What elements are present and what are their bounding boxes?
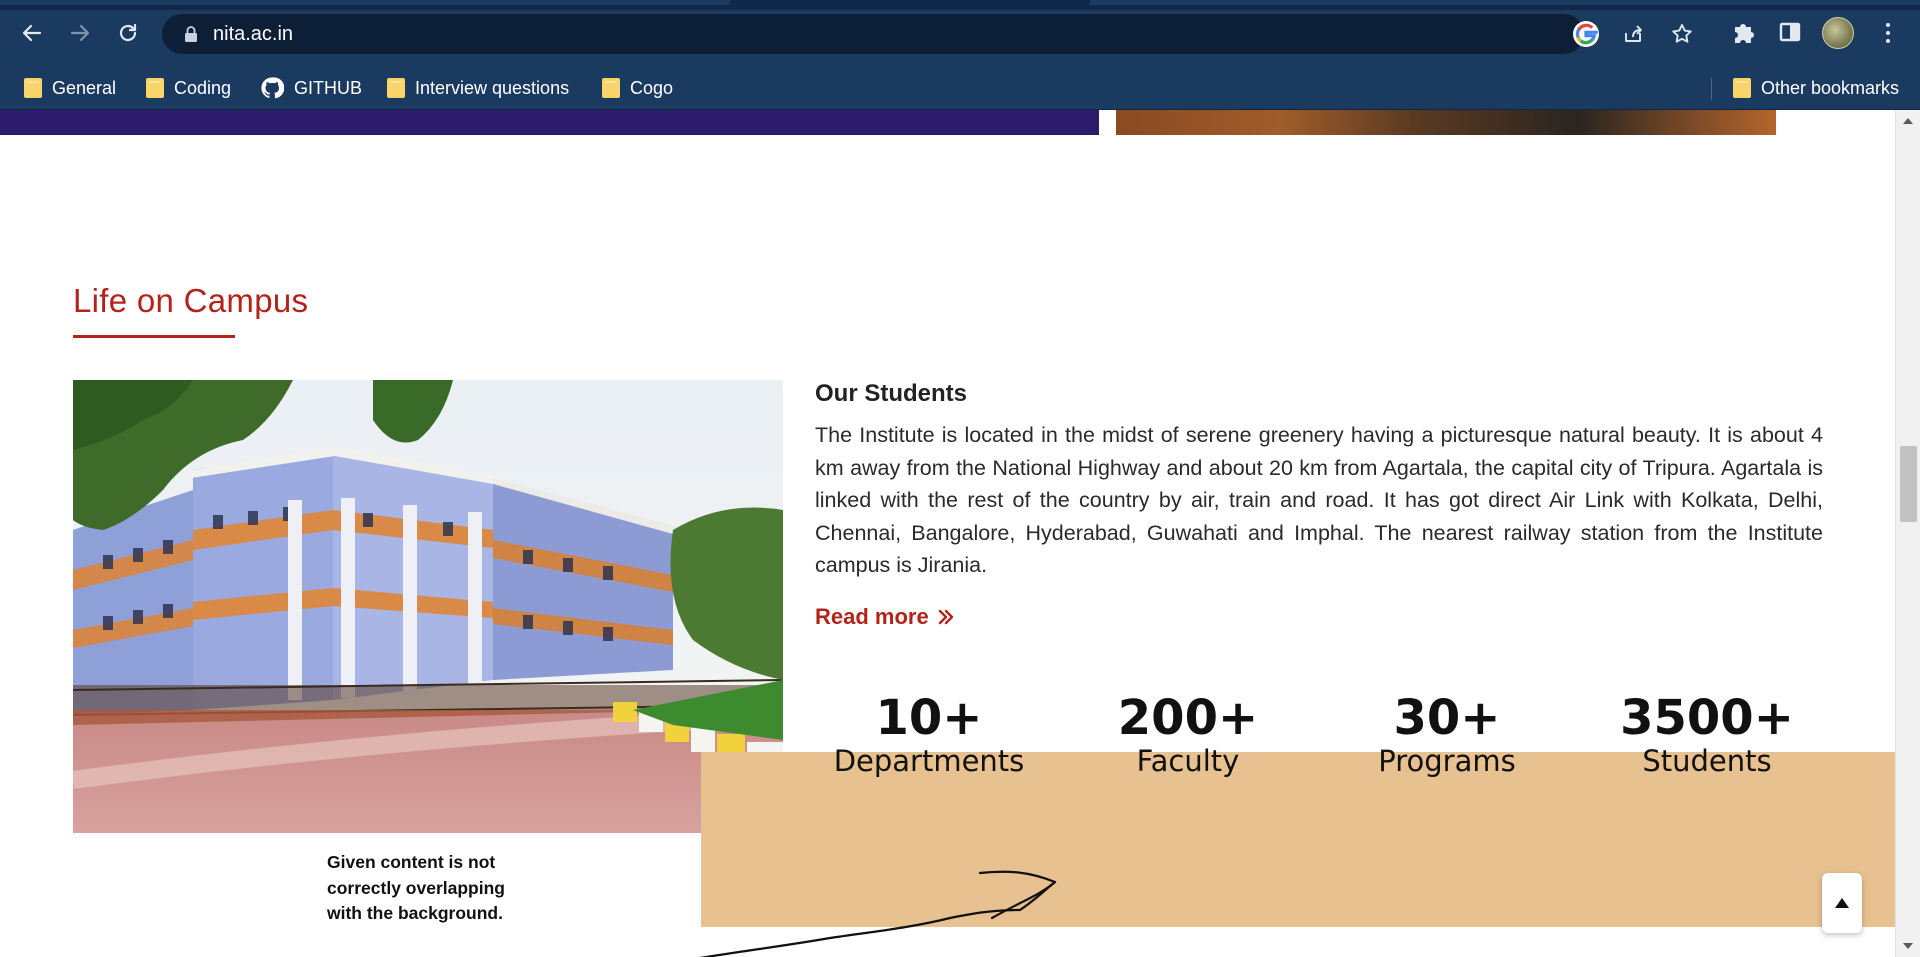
bookmark-general[interactable]: General xyxy=(24,74,116,102)
stat-label: Programs xyxy=(1378,744,1516,778)
google-lens-icon[interactable] xyxy=(1573,21,1599,47)
browser-toolbar: nita.ac.in xyxy=(0,0,1920,66)
reload-icon xyxy=(119,23,137,42)
bookmark-label: Cogo xyxy=(630,77,674,98)
read-more-label: Read more xyxy=(815,604,929,629)
share-icon[interactable] xyxy=(1621,22,1645,46)
side-panel-icon[interactable] xyxy=(1776,18,1806,48)
read-more-link[interactable]: Read more xyxy=(815,604,957,630)
bookmark-star-icon[interactable] xyxy=(1670,22,1694,46)
folder-icon xyxy=(146,78,164,98)
stat-label: Faculty xyxy=(1136,744,1240,778)
bookmark-interview-questions[interactable]: Interview questions xyxy=(387,74,569,102)
annotation-line: with the background. xyxy=(327,903,503,923)
reload-button[interactable] xyxy=(110,15,146,51)
stat-faculty: 200+ Faculty xyxy=(1068,688,1308,780)
annotation-note: Given content is not correctly overlappi… xyxy=(327,850,505,927)
students-heading: Our Students xyxy=(815,380,968,407)
back-button[interactable] xyxy=(14,15,50,51)
stat-students: 3500+ Students xyxy=(1587,688,1827,780)
annotation-line: correctly overlapping xyxy=(327,877,505,898)
scrollbar-thumb[interactable] xyxy=(1900,446,1917,522)
previous-section-banner xyxy=(0,110,1099,135)
folder-icon xyxy=(602,78,620,98)
stat-value: 200+ xyxy=(1117,690,1259,746)
bookmark-label: Other bookmarks xyxy=(1761,77,1900,98)
browser-menu-icon[interactable] xyxy=(1878,18,1898,48)
forward-button[interactable] xyxy=(62,15,98,51)
back-to-top-button[interactable] xyxy=(1822,873,1862,933)
bookmark-label: General xyxy=(52,77,117,98)
bookmark-label: Interview questions xyxy=(415,77,570,98)
bookmark-label: Coding xyxy=(174,77,232,98)
github-icon xyxy=(260,76,285,100)
stat-value: 30+ xyxy=(1393,690,1501,746)
folder-icon xyxy=(1733,78,1751,98)
stat-value: 3500+ xyxy=(1620,690,1794,746)
url-text[interactable]: nita.ac.in xyxy=(213,23,293,46)
stat-programs: 30+ Programs xyxy=(1327,688,1567,780)
annotation-line: Given content is not xyxy=(327,852,496,872)
page-scrollbar[interactable] xyxy=(1895,110,1920,957)
stat-departments: 10+ Departments xyxy=(809,688,1049,780)
section-title-underline xyxy=(73,335,235,338)
bookmark-cogo[interactable]: Cogo xyxy=(602,74,673,102)
web-page: Life on Campus Our Students The Institut… xyxy=(0,110,1895,957)
bookmarks-bar: General Coding GITHUB Interview question… xyxy=(0,66,1920,110)
stat-value: 10+ xyxy=(875,690,983,746)
active-tab-edge[interactable] xyxy=(0,0,730,5)
address-bar[interactable]: nita.ac.in xyxy=(162,14,1584,54)
double-chevron-right-icon xyxy=(935,606,957,628)
scroll-up-icon[interactable] xyxy=(1902,116,1914,126)
section-title: Life on Campus xyxy=(73,282,309,319)
students-description: The Institute is located in the midst of… xyxy=(815,423,1823,577)
inactive-tab-edge[interactable] xyxy=(1090,0,1920,5)
bookmark-label: GITHUB xyxy=(294,77,363,98)
folder-icon xyxy=(24,78,42,98)
bookmark-coding[interactable]: Coding xyxy=(146,74,231,102)
lock-icon xyxy=(185,26,197,42)
bookmarks-divider xyxy=(1711,78,1712,100)
stat-label: Departments xyxy=(833,744,1025,778)
folder-icon xyxy=(387,78,405,98)
extensions-puzzle-icon[interactable] xyxy=(1729,18,1759,48)
arrow-left-icon xyxy=(22,24,42,42)
previous-section-photo xyxy=(1116,110,1776,135)
profile-avatar[interactable] xyxy=(1822,17,1854,49)
scroll-down-icon[interactable] xyxy=(1902,941,1914,951)
caret-up-icon xyxy=(1835,898,1849,908)
arrow-right-icon xyxy=(70,24,90,42)
bookmark-github[interactable]: GITHUB xyxy=(260,74,362,102)
bookmark-other[interactable]: Other bookmarks xyxy=(1733,74,1899,102)
campus-building-photo xyxy=(73,380,783,833)
